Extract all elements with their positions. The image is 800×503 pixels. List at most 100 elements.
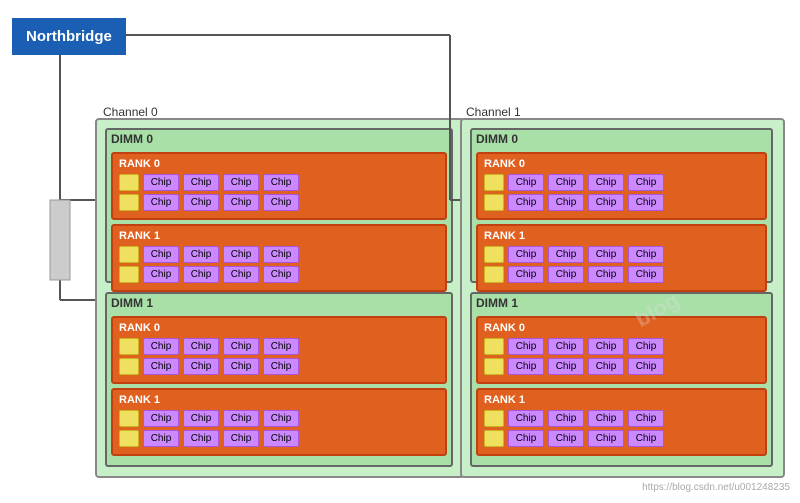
- chip: Chip: [223, 194, 259, 211]
- chip: Chip: [588, 194, 624, 211]
- rank0-dimm1-ch0-label: RANK 0: [119, 322, 439, 334]
- chip: Chip: [628, 246, 664, 263]
- chip-yellow: [119, 266, 139, 283]
- rank0-dimm0-ch1-label: RANK 0: [484, 158, 759, 170]
- chip-row: Chip Chip Chip Chip: [119, 338, 439, 355]
- rank0-dimm0-ch0-label: RANK 0: [119, 158, 439, 170]
- chip-row: Chip Chip Chip Chip: [484, 194, 759, 211]
- chip: Chip: [223, 410, 259, 427]
- chip: Chip: [263, 246, 299, 263]
- rank1-dimm1-ch0: RANK 1 Chip Chip Chip Chip Chip Chip Chi…: [111, 388, 447, 456]
- channel0-container: DIMM 0 RANK 0 Chip Chip Chip Chip Chip C…: [95, 118, 465, 478]
- dimm0-ch0: DIMM 0 RANK 0 Chip Chip Chip Chip Chip C…: [105, 128, 453, 283]
- chip: Chip: [508, 338, 544, 355]
- channel0-label: Channel 0: [103, 105, 158, 119]
- rank0-dimm1-ch1: RANK 0 Chip Chip Chip Chip Chip Chip Chi…: [476, 316, 767, 384]
- chip: Chip: [548, 430, 584, 447]
- chip-yellow: [119, 246, 139, 263]
- chip-yellow: [484, 246, 504, 263]
- chip: Chip: [223, 246, 259, 263]
- chip: Chip: [143, 174, 179, 191]
- chip: Chip: [263, 430, 299, 447]
- chip: Chip: [628, 358, 664, 375]
- dimm1-ch1-label: DIMM 1: [472, 294, 771, 312]
- chip: Chip: [143, 246, 179, 263]
- chip: Chip: [183, 194, 219, 211]
- chip-yellow: [119, 194, 139, 211]
- chip-row: Chip Chip Chip Chip: [484, 338, 759, 355]
- rank1-dimm1-ch0-label: RANK 1: [119, 394, 439, 406]
- rank1-dimm1-ch1-label: RANK 1: [484, 394, 759, 406]
- chip-row: Chip Chip Chip Chip: [119, 410, 439, 427]
- chip: Chip: [508, 174, 544, 191]
- chip: Chip: [508, 246, 544, 263]
- chip-row: Chip Chip Chip Chip: [484, 246, 759, 263]
- chip-yellow: [484, 430, 504, 447]
- chip: Chip: [263, 338, 299, 355]
- rank0-dimm1-ch0: RANK 0 Chip Chip Chip Chip Chip Chip Chi…: [111, 316, 447, 384]
- northbridge-label: Northbridge: [26, 28, 112, 45]
- chip: Chip: [143, 266, 179, 283]
- chip: Chip: [223, 358, 259, 375]
- chip: Chip: [588, 174, 624, 191]
- chip: Chip: [628, 410, 664, 427]
- chip: Chip: [223, 338, 259, 355]
- dimm0-ch1-label: DIMM 0: [472, 130, 771, 148]
- rank0-dimm0-ch1: RANK 0 Chip Chip Chip Chip Chip Chip Chi…: [476, 152, 767, 220]
- chip: Chip: [508, 266, 544, 283]
- chip: Chip: [548, 358, 584, 375]
- chip: Chip: [183, 246, 219, 263]
- chip: Chip: [223, 430, 259, 447]
- chip: Chip: [548, 194, 584, 211]
- chip: Chip: [263, 266, 299, 283]
- chip: Chip: [183, 174, 219, 191]
- chip-yellow: [119, 174, 139, 191]
- chip: Chip: [548, 174, 584, 191]
- chip-row: Chip Chip Chip Chip: [484, 266, 759, 283]
- chip-row: Chip Chip Chip Chip: [119, 430, 439, 447]
- chip-row: Chip Chip Chip Chip: [484, 430, 759, 447]
- chip-row: Chip Chip Chip Chip: [484, 358, 759, 375]
- chip: Chip: [628, 174, 664, 191]
- chip-row: Chip Chip Chip Chip: [484, 410, 759, 427]
- main-container: Northbridge Channel 0 Channel 1 DIMM 0 R…: [0, 0, 800, 503]
- chip: Chip: [183, 410, 219, 427]
- chip-yellow: [484, 410, 504, 427]
- northbridge-box: Northbridge: [12, 18, 126, 55]
- dimm1-ch0: DIMM 1 RANK 0 Chip Chip Chip Chip Chip C…: [105, 292, 453, 467]
- chip-yellow: [484, 266, 504, 283]
- chip: Chip: [143, 338, 179, 355]
- chip: Chip: [588, 338, 624, 355]
- rank1-dimm0-ch0: RANK 1 Chip Chip Chip Chip Chip Chip Chi…: [111, 224, 447, 292]
- dimm1-ch0-label: DIMM 1: [107, 294, 451, 312]
- chip: Chip: [508, 194, 544, 211]
- chip-row: Chip Chip Chip Chip: [119, 194, 439, 211]
- chip: Chip: [508, 430, 544, 447]
- chip: Chip: [143, 358, 179, 375]
- chip-yellow: [484, 338, 504, 355]
- chip: Chip: [183, 338, 219, 355]
- chip: Chip: [143, 194, 179, 211]
- watermark-url: https://blog.csdn.net/u001248235: [642, 482, 790, 493]
- rank1-dimm0-ch1-label: RANK 1: [484, 230, 759, 242]
- chip: Chip: [588, 430, 624, 447]
- chip: Chip: [183, 266, 219, 283]
- chip: Chip: [588, 246, 624, 263]
- chip: Chip: [263, 358, 299, 375]
- chip: Chip: [628, 338, 664, 355]
- chip-row: Chip Chip Chip Chip: [119, 246, 439, 263]
- channel1-label: Channel 1: [466, 105, 521, 119]
- chip-yellow: [119, 410, 139, 427]
- chip: Chip: [508, 358, 544, 375]
- chip-yellow: [119, 338, 139, 355]
- chip: Chip: [223, 174, 259, 191]
- chip-yellow: [484, 358, 504, 375]
- chip-row: Chip Chip Chip Chip: [119, 358, 439, 375]
- rank1-dimm1-ch1: RANK 1 Chip Chip Chip Chip Chip Chip Chi…: [476, 388, 767, 456]
- chip: Chip: [548, 410, 584, 427]
- chip-yellow: [484, 194, 504, 211]
- chip-row: Chip Chip Chip Chip: [119, 266, 439, 283]
- chip-row: Chip Chip Chip Chip: [484, 174, 759, 191]
- chip: Chip: [143, 410, 179, 427]
- chip: Chip: [263, 410, 299, 427]
